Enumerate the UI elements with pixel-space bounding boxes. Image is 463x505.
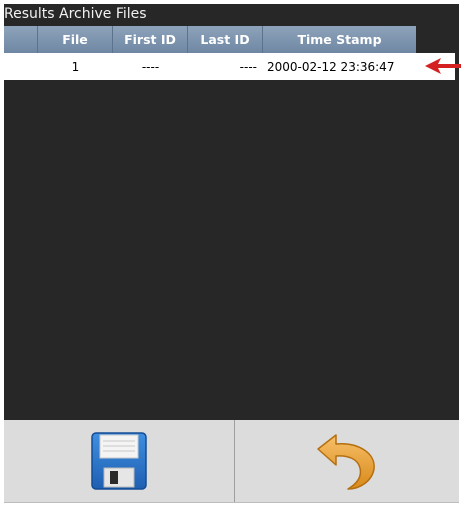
column-header-file[interactable]: File	[38, 26, 113, 53]
cell-last-id: ----	[239, 59, 257, 74]
bottom-toolbar	[4, 420, 459, 503]
floppy-disk-icon	[91, 432, 147, 490]
undo-button[interactable]	[235, 420, 459, 502]
column-header-marker	[4, 26, 38, 53]
column-header-first-id[interactable]: First ID	[113, 26, 188, 53]
column-header-time-stamp[interactable]: Time Stamp	[263, 26, 416, 53]
save-button[interactable]	[4, 420, 234, 502]
results-table: File First ID Last ID Time Stamp 1 ---- …	[4, 26, 455, 80]
arrow-left-icon	[425, 58, 461, 74]
cell-file: 1	[71, 59, 80, 74]
table-row[interactable]: 1 ---- ---- 2000-02-12 23:36:47	[4, 53, 455, 80]
panel-title: Results Archive Files	[4, 6, 147, 22]
cell-time-stamp: 2000-02-12 23:36:47	[267, 59, 395, 74]
row-marker	[4, 53, 38, 80]
table-header: File First ID Last ID Time Stamp	[4, 26, 416, 53]
column-header-last-id[interactable]: Last ID	[188, 26, 263, 53]
undo-arrow-icon	[317, 434, 375, 490]
cell-first-id: ----	[141, 59, 160, 74]
